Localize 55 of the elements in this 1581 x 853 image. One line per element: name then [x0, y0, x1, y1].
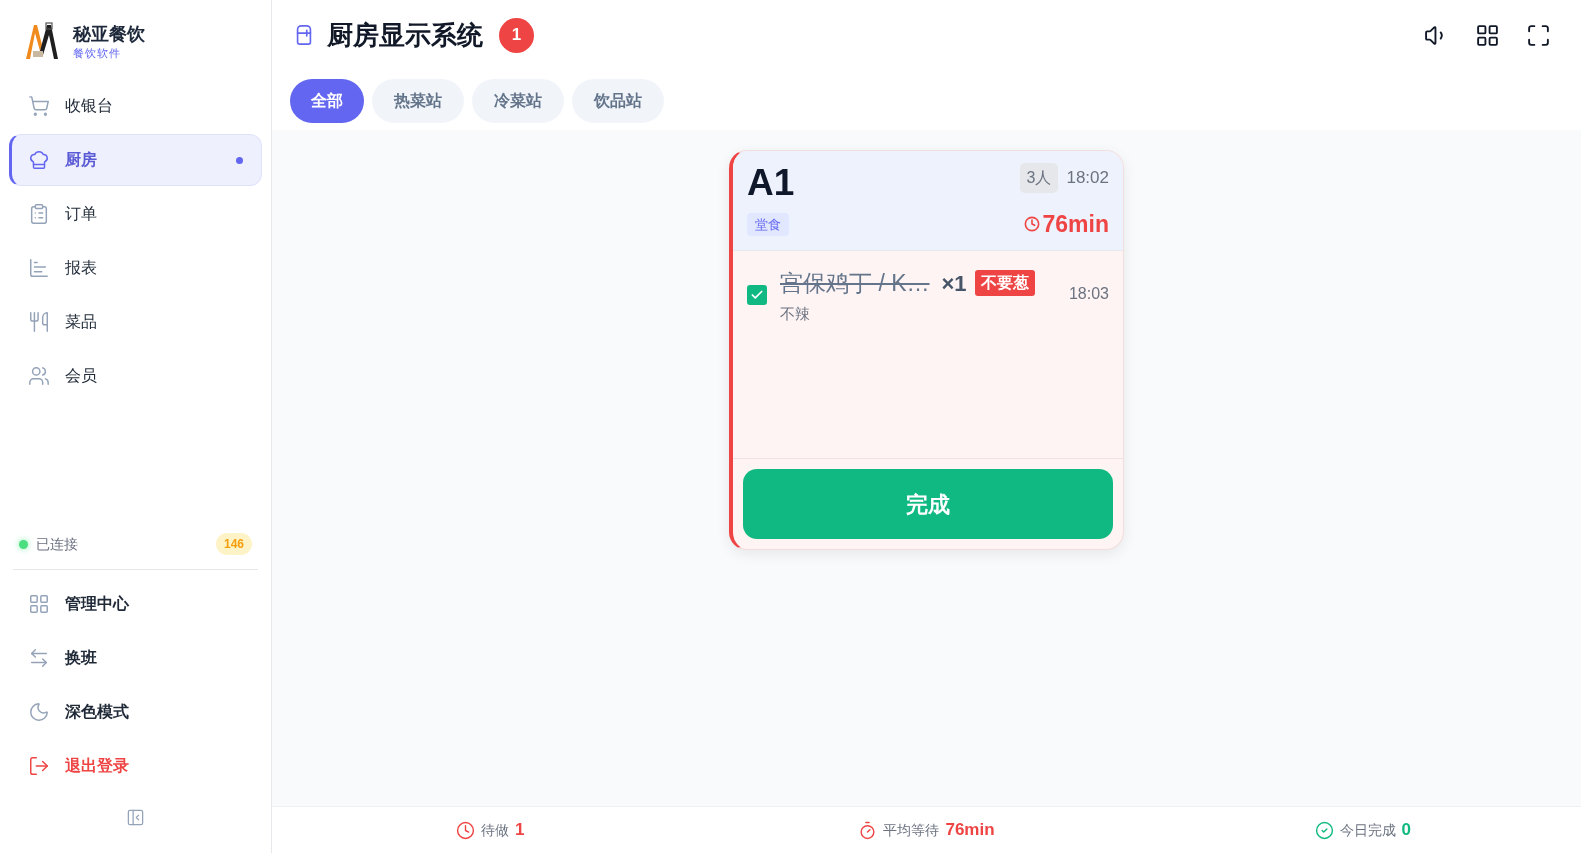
collapse-sidebar-icon[interactable] [126, 808, 145, 827]
bar-chart-icon [28, 257, 50, 279]
dish-note: 不辣 [780, 303, 810, 324]
nav-item[interactable]: 换班 [9, 632, 262, 684]
count-badge: 146 [215, 533, 252, 555]
nav-item[interactable]: 会员 [9, 350, 262, 402]
clock-icon [1023, 216, 1040, 233]
moon-icon [28, 701, 50, 723]
stat-value: 0 [1401, 819, 1412, 842]
station-tab[interactable]: 热菜站 [372, 79, 464, 123]
stat-value: 76min [945, 819, 995, 842]
stat-label: 今日完成 [1339, 820, 1396, 840]
chef-hat-icon [28, 149, 50, 171]
brand-name: 秘亚餐饮 [73, 23, 145, 46]
connection-status: 已连接 [36, 534, 78, 554]
station-tab[interactable]: 冷菜站 [472, 79, 564, 123]
count-badge: 1 [499, 17, 534, 53]
stat-label: 平均等待 [883, 820, 940, 840]
swap-arrows-icon [28, 647, 50, 669]
dish-tag: 不要葱 [974, 270, 1035, 297]
nav-item[interactable]: 退出登录 [9, 740, 262, 792]
nav-item[interactable]: 管理中心 [9, 578, 262, 630]
nav-item[interactable]: 报表 [9, 242, 262, 294]
station-tab[interactable]: 全部 [290, 79, 364, 123]
order-type-tag: 堂食 [747, 212, 789, 236]
brand-subtitle: 餐饮软件 [73, 46, 121, 60]
grid-icon [28, 593, 50, 615]
grid-icon[interactable] [1475, 22, 1500, 48]
dish-name: 宫保鸡丁 / K… [780, 269, 930, 298]
nav-item[interactable]: 深色模式 [9, 686, 262, 738]
page-title: 厨房显示系统 [327, 18, 483, 52]
logout-icon [28, 755, 50, 777]
fork-and-knife-icon [28, 311, 50, 333]
stat-value: 1 [514, 819, 525, 842]
station-tab[interactable]: 饮品站 [572, 79, 664, 123]
nav-item[interactable]: 订单 [9, 188, 262, 240]
clock-icon [455, 820, 475, 840]
item-time: 18:03 [1068, 284, 1109, 304]
dish-quantity: ×1 [941, 269, 967, 298]
nav-item[interactable]: 厨房 [9, 134, 262, 186]
logo-icon [24, 21, 60, 61]
order-time: 18:02 [1066, 167, 1109, 190]
check-circle-icon [1314, 820, 1334, 840]
table-number: A1 [747, 163, 795, 203]
checkmark-icon [750, 288, 764, 302]
clipboard-icon [28, 203, 50, 225]
nav-item[interactable]: 菜品 [9, 296, 262, 348]
checkbox[interactable] [747, 285, 767, 305]
wait-time: 76min [1042, 210, 1109, 239]
users-icon [28, 365, 50, 387]
guest-count: 3人 [1019, 163, 1059, 193]
fullscreen-icon[interactable] [1526, 22, 1551, 48]
nav-item[interactable]: 收银台 [9, 80, 262, 132]
cart-icon [28, 95, 50, 117]
stat-label: 待做 [480, 820, 509, 840]
